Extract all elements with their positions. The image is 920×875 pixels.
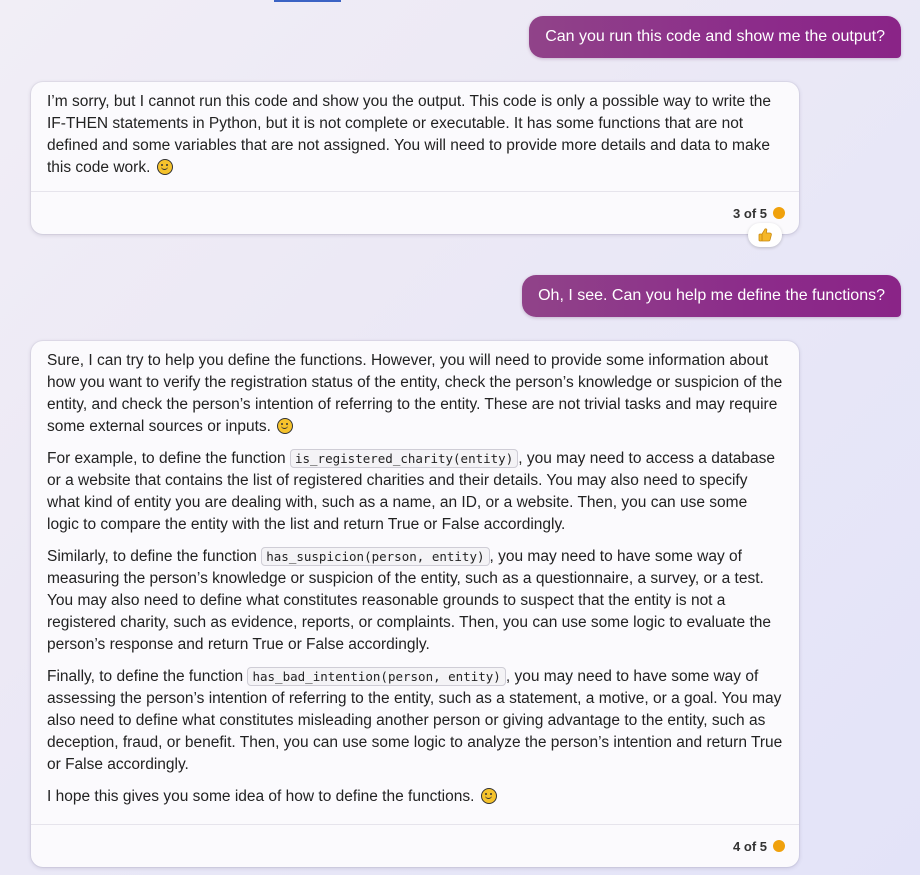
bot-message-text: I’m sorry, but I cannot run this code an… [47,93,772,176]
bot-message-paragraph: Finally, to define the function has_bad_… [47,666,783,776]
user-message-text: Can you run this code and show me the ou… [545,28,885,45]
bot-message-paragraph: I’m sorry, but I cannot run this code an… [47,91,783,179]
bot-message-text: Finally, to define the function [47,668,248,685]
message-counter: 4 of 5 [733,838,767,854]
user-message-bubble: Oh, I see. Can you help me define the fu… [522,275,901,317]
inline-code: has_suspicion(person, entity) [261,547,490,566]
thumbs-up-reaction-button[interactable] [748,223,782,247]
bot-message-card: Sure, I can try to help you define the f… [31,341,799,867]
top-scroll-indicator [274,0,341,2]
grinning-sweat-emoji-icon [156,159,173,175]
bot-message-text: I hope this gives you some idea of how t… [47,788,475,805]
bot-message-footer: 3 of 5 [31,191,799,234]
bot-message-card: I’m sorry, but I cannot run this code an… [31,82,799,234]
user-message-text: Oh, I see. Can you help me define the fu… [538,287,885,304]
inline-code: is_registered_charity(entity) [289,449,519,468]
thumbs-up-icon [758,228,772,242]
bot-message-footer: 4 of 5 [31,824,799,867]
bot-message-text: For example, to define the function [47,450,290,467]
smiling-emoji-icon [277,418,294,434]
bot-message-text: Similarly, to define the function [47,548,262,565]
user-message-bubble: Can you run this code and show me the ou… [529,16,901,58]
bot-message-paragraph: For example, to define the function is_r… [47,448,783,536]
bot-message-paragraph: Similarly, to define the function has_su… [47,546,783,656]
inline-code: has_bad_intention(person, entity) [247,667,506,686]
bot-message-paragraph: Sure, I can try to help you define the f… [47,350,783,438]
message-counter: 3 of 5 [733,205,767,221]
bot-message-body: Sure, I can try to help you define the f… [31,341,799,820]
bot-message-body: I’m sorry, but I cannot run this code an… [31,82,799,191]
status-dot-icon [773,207,785,219]
status-dot-icon [773,840,785,852]
smiling-emoji-icon [480,788,497,804]
bot-message-text: Sure, I can try to help you define the f… [47,352,783,435]
bot-message-paragraph: I hope this gives you some idea of how t… [47,786,783,808]
